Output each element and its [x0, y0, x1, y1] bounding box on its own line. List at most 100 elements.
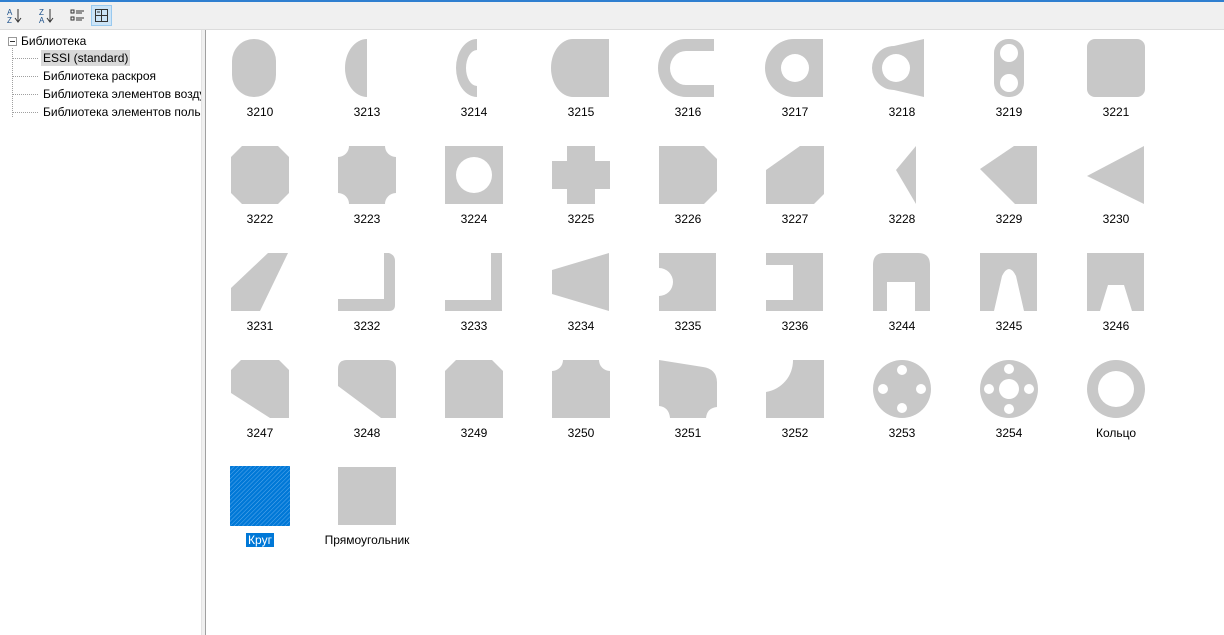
shape-label: 3217: [781, 105, 809, 119]
library-tree: Библиотека ESSI (standard) Библиотека рас…: [0, 30, 201, 635]
shape-label: 3232: [353, 319, 381, 333]
shape-tile[interactable]: 3234: [536, 247, 626, 347]
shape-tile[interactable]: 3233: [429, 247, 519, 347]
sort-descending-button[interactable]: Z A: [36, 5, 57, 26]
shape-tile[interactable]: 3226: [643, 140, 733, 240]
shape-tile[interactable]: 3236: [750, 247, 840, 347]
shape-tile[interactable]: 3251: [643, 354, 733, 454]
collapse-icon[interactable]: [8, 36, 17, 46]
large-icons-view-button[interactable]: [91, 5, 112, 26]
tree-item[interactable]: ESSI (standard): [12, 49, 131, 67]
crescent-shape-icon: [456, 39, 477, 97]
shape-tile[interactable]: 3213: [322, 33, 412, 133]
shape-tile[interactable]: 3219: [964, 33, 1054, 133]
shape-label: 3230: [1102, 212, 1130, 226]
slot-two-holes-shape-icon: [994, 39, 1024, 97]
shape-caption: 3230: [1071, 212, 1161, 226]
sort-descending-icon: Z A: [39, 8, 54, 24]
shape-tile[interactable]: 3215: [536, 33, 626, 133]
shape-tile[interactable]: 3245: [964, 247, 1054, 347]
shape-label: 3235: [674, 319, 702, 333]
shape-label: 3245: [995, 319, 1023, 333]
shape-label: 3228: [888, 212, 916, 226]
sort-ascending-button[interactable]: A Z: [4, 5, 25, 26]
rounded-square-shape-icon: [1087, 39, 1145, 97]
tree-connector: [12, 75, 38, 77]
details-view-button[interactable]: [67, 5, 88, 26]
arch-notch-shape-icon: [873, 253, 930, 311]
shape-label: Кольцо: [1095, 426, 1137, 440]
splitter[interactable]: [201, 30, 206, 635]
shape-label: 3210: [246, 105, 274, 119]
shape-tile[interactable]: 3250: [536, 354, 626, 454]
tree-connector: [12, 57, 38, 59]
shape-caption: 3244: [857, 319, 947, 333]
shape-tile[interactable]: 3227: [750, 140, 840, 240]
double-corner-shape-icon: [445, 360, 503, 418]
shape-tile[interactable]: 3248: [322, 354, 412, 454]
details-view-icon: [70, 9, 84, 21]
shape-tile[interactable]: 3247: [215, 354, 305, 454]
shape-tile[interactable]: Прямоугольник: [322, 461, 412, 561]
shape-tile[interactable]: 3235: [643, 247, 733, 347]
shape-caption: Кольцо: [1071, 426, 1161, 440]
circle-shape-icon: [230, 466, 290, 526]
shape-tile[interactable]: 3221: [1071, 33, 1161, 133]
rectangle-shape-icon: [338, 467, 396, 525]
shape-tile[interactable]: 3230: [1071, 140, 1161, 240]
shape-tile[interactable]: 3223: [322, 140, 412, 240]
shape-tile[interactable]: 3216: [643, 33, 733, 133]
shape-label: 3218: [888, 105, 916, 119]
concave-corners-shape-icon: [338, 146, 396, 204]
shape-label: 3225: [567, 212, 595, 226]
shape-tile[interactable]: 3253: [857, 354, 947, 454]
ring-shape-icon: [1087, 360, 1145, 418]
rounded-notch-shape-icon: [980, 253, 1037, 311]
shape-tile[interactable]: 3229: [964, 140, 1054, 240]
shape-tile[interactable]: 3246: [1071, 247, 1161, 347]
shape-tile[interactable]: 3231: [215, 247, 305, 347]
shape-tile[interactable]: 3222: [215, 140, 305, 240]
shape-tile[interactable]: 3249: [429, 354, 519, 454]
shape-caption: 3251: [643, 426, 733, 440]
tree-item[interactable]: Библиотека элементов поль: [12, 103, 201, 121]
shape-caption: 3225: [536, 212, 626, 226]
trapezoid-left-shape-icon: [552, 253, 609, 311]
shape-label: 3222: [246, 212, 274, 226]
shape-caption: 3249: [429, 426, 519, 440]
shape-tile[interactable]: 3224: [429, 140, 519, 240]
shape-label: 3251: [674, 426, 702, 440]
shape-label: 3215: [567, 105, 595, 119]
shape-tile[interactable]: 3225: [536, 140, 626, 240]
tree-item[interactable]: Библиотека раскроя: [12, 67, 158, 85]
shape-label: 3244: [888, 319, 916, 333]
shape-label: 3248: [353, 426, 381, 440]
shape-caption: 3215: [536, 105, 626, 119]
tree-item-label: Библиотека раскроя: [43, 69, 157, 83]
tree-item-label: ESSI (standard): [41, 50, 131, 66]
shape-caption: 3252: [750, 426, 840, 440]
shape-caption: 3224: [429, 212, 519, 226]
shape-tile[interactable]: 3210: [215, 33, 305, 133]
shape-tile[interactable]: Круг: [215, 461, 305, 561]
shape-tile[interactable]: 3217: [750, 33, 840, 133]
chamfered-left-shape-icon: [231, 360, 289, 418]
shape-tile[interactable]: Кольцо: [1071, 354, 1161, 454]
shape-tile[interactable]: 3244: [857, 247, 947, 347]
shape-tile[interactable]: 3218: [857, 33, 947, 133]
parallelogram-shape-icon: [231, 253, 288, 311]
tree-item[interactable]: Библиотека элементов возду: [12, 85, 201, 103]
shape-caption: 3214: [429, 105, 519, 119]
shape-label: 3252: [781, 426, 809, 440]
sort-ascending-icon: A Z: [7, 8, 22, 24]
shape-tile[interactable]: 3254: [964, 354, 1054, 454]
trapezoid-with-hole-shape-icon: [872, 39, 924, 97]
shape-caption: 3222: [215, 212, 305, 226]
tree-root[interactable]: Библиотека: [8, 34, 86, 48]
shape-tile[interactable]: 3232: [322, 247, 412, 347]
shape-tile[interactable]: 3252: [750, 354, 840, 454]
skewed-square-shape-icon: [659, 360, 717, 418]
shape-tile[interactable]: 3214: [429, 33, 519, 133]
shape-caption: 3217: [750, 105, 840, 119]
shape-tile[interactable]: 3228: [857, 140, 947, 240]
